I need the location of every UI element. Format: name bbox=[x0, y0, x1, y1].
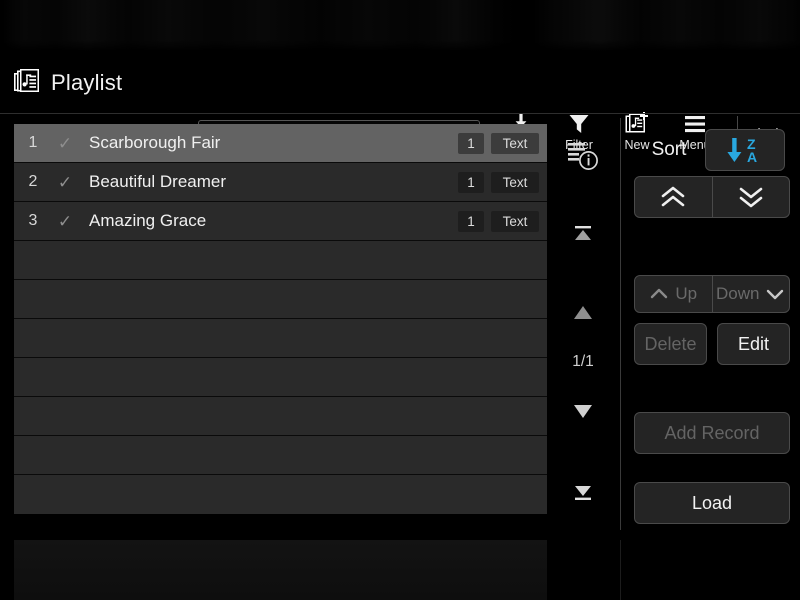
jump-to-bottom-icon bbox=[571, 481, 595, 501]
table-row-empty[interactable] bbox=[14, 397, 547, 436]
page-title: Playlist bbox=[51, 69, 123, 95]
song-info-button[interactable] bbox=[553, 136, 613, 178]
double-chevron-down-icon bbox=[736, 185, 766, 209]
bottom-panel bbox=[14, 540, 547, 600]
playlist-screen: Playlist My playlist Save bbox=[0, 0, 800, 600]
move-up-label: Up bbox=[675, 284, 698, 303]
load-button[interactable]: Load bbox=[634, 482, 790, 524]
check-icon: ✓ bbox=[57, 172, 73, 192]
scroll-down-icon bbox=[571, 403, 595, 419]
table-row[interactable]: 2 ✓ Beautiful Dreamer 1 Text bbox=[14, 163, 547, 202]
chevron-down-icon bbox=[765, 286, 785, 302]
jump-to-top-icon bbox=[571, 225, 595, 245]
row-type-badge: Text bbox=[491, 171, 539, 193]
table-row[interactable]: 3 ✓ Amazing Grace 1 Text bbox=[14, 202, 547, 241]
table-row-empty[interactable] bbox=[14, 475, 547, 514]
playlist-icon bbox=[13, 69, 40, 96]
jump-to-bottom-button[interactable] bbox=[553, 476, 613, 506]
side-panel: Sort Z A Up Down Delete Edit Add Record … bbox=[628, 118, 800, 538]
scroll-column: 1/1 bbox=[553, 124, 613, 523]
top-bezel-band bbox=[0, 0, 800, 52]
row-count-badge: 1 bbox=[458, 210, 484, 232]
check-icon: ✓ bbox=[57, 211, 73, 231]
row-index: 2 bbox=[28, 173, 38, 190]
scroll-up-button[interactable] bbox=[553, 298, 613, 328]
chevron-up-button[interactable] bbox=[635, 177, 712, 217]
row-count-badge: 1 bbox=[458, 171, 484, 193]
sort-descending-za-icon: Z A bbox=[720, 135, 770, 165]
chevron-up-icon bbox=[649, 286, 669, 302]
svg-text:A: A bbox=[747, 149, 757, 165]
table-row[interactable]: 1 ✓ Scarborough Fair 1 Text bbox=[14, 124, 547, 163]
table-row-empty[interactable] bbox=[14, 241, 547, 280]
table-row-empty[interactable] bbox=[14, 436, 547, 475]
header-bar: Playlist My playlist Save bbox=[0, 52, 800, 156]
double-chevron-up-icon bbox=[658, 185, 688, 209]
add-record-button[interactable]: Add Record bbox=[634, 412, 790, 454]
page-indicator-value: 1/1 bbox=[572, 353, 594, 370]
row-title: Scarborough Fair bbox=[89, 133, 221, 152]
move-down-label: Down bbox=[716, 284, 760, 303]
playlist-table: 1 ✓ Scarborough Fair 1 Text 2 ✓ Beautifu… bbox=[14, 124, 547, 523]
row-title: Beautiful Dreamer bbox=[89, 172, 227, 191]
bottom-divider bbox=[620, 540, 621, 600]
header-separator bbox=[0, 113, 800, 114]
table-row-empty[interactable] bbox=[14, 319, 547, 358]
page-indicator: 1/1 bbox=[553, 349, 613, 375]
sort-row: Sort Z A bbox=[633, 129, 795, 171]
row-type-badge: Text bbox=[491, 210, 539, 232]
table-row-empty[interactable] bbox=[14, 280, 547, 319]
move-group: Up Down bbox=[634, 275, 790, 313]
page-title-block: Playlist bbox=[13, 69, 122, 96]
scroll-down-button[interactable] bbox=[553, 396, 613, 426]
scroll-up-icon bbox=[571, 305, 595, 321]
row-index: 1 bbox=[28, 134, 38, 151]
jump-to-top-button[interactable] bbox=[553, 220, 613, 250]
row-type-badge: Text bbox=[491, 132, 539, 154]
move-down-button[interactable]: Down bbox=[711, 276, 790, 312]
row-count-badge: 1 bbox=[458, 132, 484, 154]
row-title: Amazing Grace bbox=[89, 211, 207, 230]
jump-chevrons-group bbox=[634, 176, 790, 218]
sort-label: Sort bbox=[651, 139, 687, 160]
chevron-down-button[interactable] bbox=[711, 177, 790, 217]
move-up-button[interactable]: Up bbox=[635, 276, 712, 312]
delete-button[interactable]: Delete bbox=[634, 323, 707, 365]
check-icon: ✓ bbox=[57, 133, 73, 153]
table-row-empty[interactable] bbox=[14, 358, 547, 397]
sort-order-button[interactable]: Z A bbox=[705, 129, 785, 171]
song-info-icon bbox=[564, 138, 602, 176]
row-index: 3 bbox=[28, 212, 38, 229]
panel-divider bbox=[620, 118, 621, 530]
edit-button[interactable]: Edit bbox=[717, 323, 790, 365]
